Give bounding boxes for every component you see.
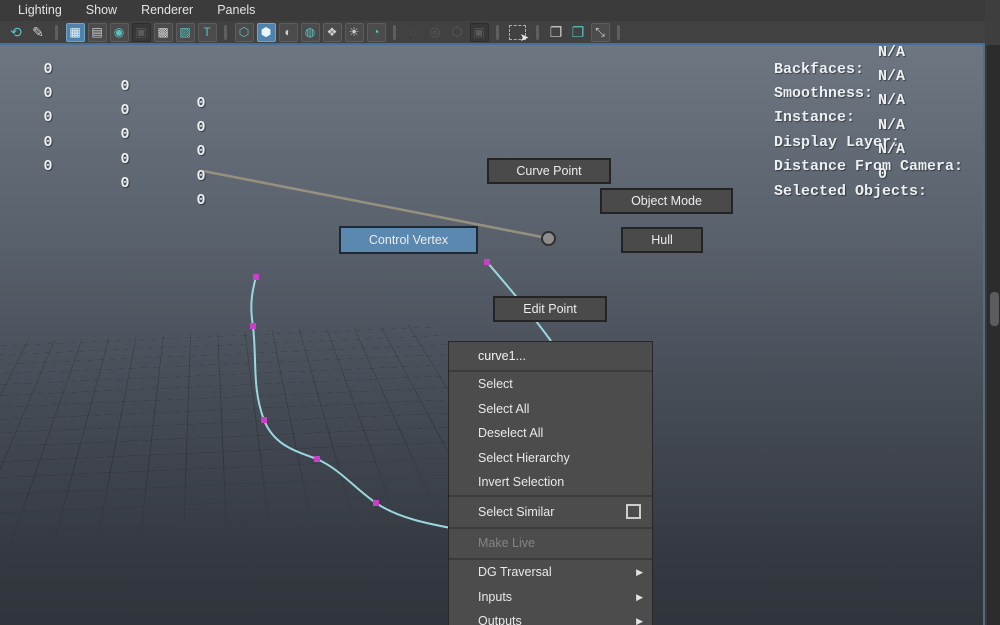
hud-value: 0 (120, 175, 130, 192)
select-similar-checkbox[interactable] (626, 503, 641, 519)
menu-item-label: DG Traversal (478, 564, 552, 579)
context-menu-title: curve1... (478, 349, 526, 363)
hud-value: 0 (43, 158, 53, 175)
exposure-icon[interactable]: ⤡ (590, 22, 610, 42)
grid-display-icon[interactable]: ▦ (65, 22, 85, 42)
cv-point[interactable] (373, 500, 379, 506)
menu-item-select-hierarchy[interactable]: Select Hierarchy (449, 446, 652, 471)
menu-item-dg-traversal[interactable]: DG Traversal ▶ (449, 560, 652, 585)
dof-icon[interactable]: ▣ (469, 22, 489, 42)
menu-item-select[interactable]: Select (449, 372, 652, 397)
hud-value: N/A (878, 68, 906, 85)
xray-joints-icon[interactable]: ❐ (569, 23, 588, 42)
toolbar-separator (617, 24, 620, 40)
hud-label: Selected Objects: (774, 183, 928, 200)
menu-item-make-live: Make Live (478, 535, 535, 550)
menu-item-label: Inputs (478, 589, 513, 604)
context-menu: curve1... Select Select All Deselect All… (448, 341, 653, 625)
default-material-icon[interactable]: ❖ (322, 22, 342, 42)
film-gate-icon[interactable]: ▤ (87, 22, 107, 42)
menu-item-outputs[interactable]: Outputs ▶ (449, 609, 652, 625)
hud-value: N/A (878, 117, 906, 134)
hud-value: N/A (878, 92, 906, 109)
hud-value: 0 (196, 192, 206, 209)
shaded-mode-icon[interactable]: ⬢ (256, 22, 276, 42)
isolate-select-icon[interactable]: ➤ (509, 24, 529, 44)
motion-blur-icon[interactable]: ◎ (426, 23, 445, 42)
field-chart-icon[interactable]: ▩ (153, 22, 173, 42)
menu-renderer[interactable]: Renderer (129, 0, 205, 21)
marking-menu-center-dot (541, 231, 556, 246)
hud-value: N/A (878, 141, 906, 158)
nurbs-curve[interactable] (250, 276, 463, 531)
shadows-icon[interactable]: ◔ (366, 22, 386, 42)
menu-lighting[interactable]: Lighting (6, 0, 74, 21)
marking-menu-edit-point[interactable]: Edit Point (493, 296, 607, 322)
ao-icon[interactable]: ◌ (404, 23, 423, 42)
toolbar-separator (224, 24, 227, 40)
marking-menu-control-vertex[interactable]: Control Vertex (339, 226, 478, 254)
multisample-icon[interactable]: ⬡ (448, 23, 467, 42)
hud-value: 0 (878, 166, 888, 183)
menu-panels[interactable]: Panels (205, 0, 267, 21)
toolbar-separator (55, 24, 58, 40)
menu-item-deselect-all[interactable]: Deselect All (449, 421, 652, 446)
submenu-arrow-icon: ▶ (636, 591, 643, 602)
toolbar-separator (496, 24, 499, 40)
cv-point[interactable] (253, 274, 259, 280)
hud-value: N/A (878, 44, 906, 61)
marking-menu-hull[interactable]: Hull (621, 227, 703, 253)
cv-point[interactable] (261, 417, 267, 423)
panel-toolbar: ⟲ ✎ ▦ ▤ ◉ ▣ ▩ ▨ T ⬡ ⬢ ◐ ◍ ❖ ☀ ◔ ◌ ◎ ⬡ ▣ … (0, 21, 1000, 45)
maya-viewport-panel: Lighting Show Renderer Panels ⟲ ✎ ▦ ▤ ◉ … (0, 0, 1000, 625)
scrollbar-thumb[interactable] (990, 292, 999, 326)
submenu-arrow-icon: ▶ (636, 616, 643, 625)
resolution-gate-icon[interactable]: ◉ (109, 22, 129, 42)
menu-item-label: Outputs (478, 614, 522, 625)
right-panel-strip (987, 45, 1000, 625)
cv-point[interactable] (250, 323, 256, 329)
orbit-tool-icon[interactable]: ⟲ (7, 23, 26, 42)
wireframe-mode-icon[interactable]: ⬡ (234, 22, 254, 42)
panel-menubar: Lighting Show Renderer Panels (0, 0, 1000, 21)
toolbar-right-fill (985, 0, 1000, 45)
cv-point[interactable] (484, 259, 490, 265)
menu-item-invert-selection[interactable]: Invert Selection (449, 470, 652, 495)
safe-title-icon[interactable]: T (197, 22, 217, 42)
menu-item-select-similar[interactable]: Select Similar (449, 497, 652, 527)
menu-item-inputs[interactable]: Inputs ▶ (449, 585, 652, 610)
grease-pencil-icon[interactable]: ✎ (29, 23, 48, 42)
xray-icon[interactable]: ❐ (547, 23, 566, 42)
textured-mode-icon[interactable]: ◍ (300, 22, 320, 42)
menu-show[interactable]: Show (74, 0, 129, 21)
marking-menu-curve-point[interactable]: Curve Point (487, 158, 611, 184)
lights-icon[interactable]: ☀ (344, 22, 364, 42)
marking-menu-object-mode[interactable]: Object Mode (600, 188, 733, 214)
menu-item-select-all[interactable]: Select All (449, 397, 652, 422)
hud-value: 0 (196, 168, 206, 185)
cv-point[interactable] (314, 456, 320, 462)
toolbar-separator (393, 24, 396, 40)
gate-mask-icon[interactable]: ▣ (131, 22, 151, 42)
menu-item-label: Select Similar (478, 504, 555, 519)
safe-action-icon[interactable]: ▨ (175, 22, 195, 42)
toolbar-separator (536, 24, 539, 40)
submenu-arrow-icon: ▶ (636, 566, 643, 577)
lighting-mode-icon[interactable]: ◐ (278, 22, 298, 42)
